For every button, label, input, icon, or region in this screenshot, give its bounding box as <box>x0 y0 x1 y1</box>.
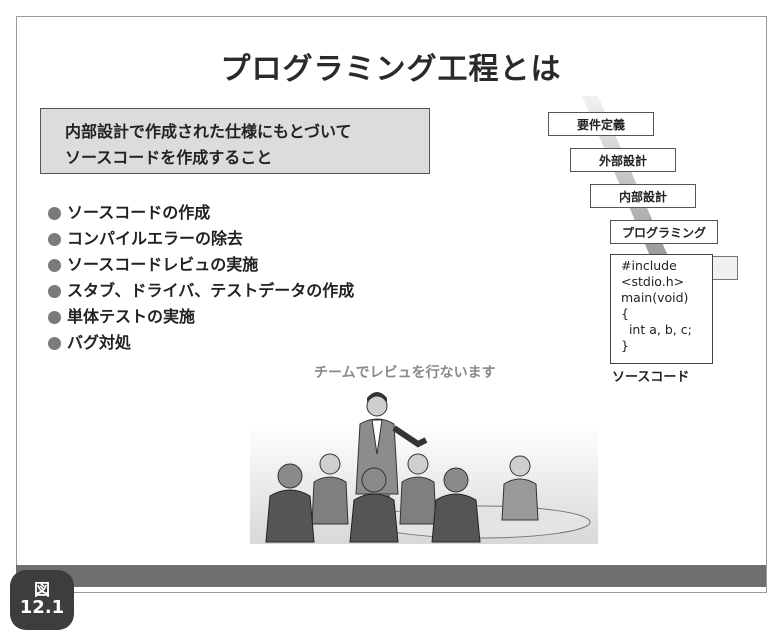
process-step-requirements: 要件定義 <box>548 112 654 136</box>
source-code-caption: ソースコード <box>612 370 690 385</box>
slide-title: プログラミング工程とは <box>220 52 562 87</box>
bullet-dot-icon <box>48 310 61 324</box>
source-code-box: #include <stdio.h> main(void) { int a, b… <box>610 254 713 364</box>
task-list: ソースコードの作成 コンパイルエラーの除去 ソースコードレビュの実施 スタブ、ド… <box>48 200 354 356</box>
code-box-tab <box>713 256 738 280</box>
slide-bottom-bar <box>16 565 766 587</box>
code-line: #include <box>621 258 677 273</box>
definition-box: 内部設計で作成された仕様にもとづいて ソースコードを作成すること <box>40 108 430 174</box>
figure-number: 12.1 <box>19 596 65 618</box>
bullet-dot-icon <box>48 206 61 220</box>
definition-line-2: ソースコードを作成すること <box>65 148 273 167</box>
task-item: スタブ、ドライバ、テストデータの作成 <box>48 278 354 304</box>
bullet-dot-icon <box>48 258 61 272</box>
task-item: ソースコードレビュの実施 <box>48 252 354 278</box>
task-item: コンパイルエラーの除去 <box>48 226 354 252</box>
task-item: ソースコードの作成 <box>48 200 354 226</box>
meeting-caption: チームでレビュを行ないます <box>314 365 496 381</box>
process-step-external-design: 外部設計 <box>570 148 676 172</box>
definition-line-1: 内部設計で作成された仕様にもとづいて <box>65 122 352 141</box>
foreground-chairs <box>265 463 481 543</box>
code-line: } <box>621 338 629 353</box>
task-item: 単体テストの実施 <box>48 304 354 330</box>
figure-number-badge: 図 12.1 <box>10 570 74 630</box>
bullet-dot-icon <box>48 232 61 246</box>
code-line: <stdio.h> <box>621 274 685 289</box>
bullet-dot-icon <box>48 284 61 298</box>
code-line: int a, b, c; <box>621 322 692 337</box>
bullet-dot-icon <box>48 336 61 350</box>
process-step-programming: プログラミング <box>610 220 718 244</box>
review-meeting-illustration <box>250 392 598 544</box>
code-line: { <box>621 306 629 321</box>
code-line: main(void) <box>621 290 689 305</box>
task-item: バグ対処 <box>48 330 354 356</box>
process-step-internal-design: 内部設計 <box>590 184 696 208</box>
